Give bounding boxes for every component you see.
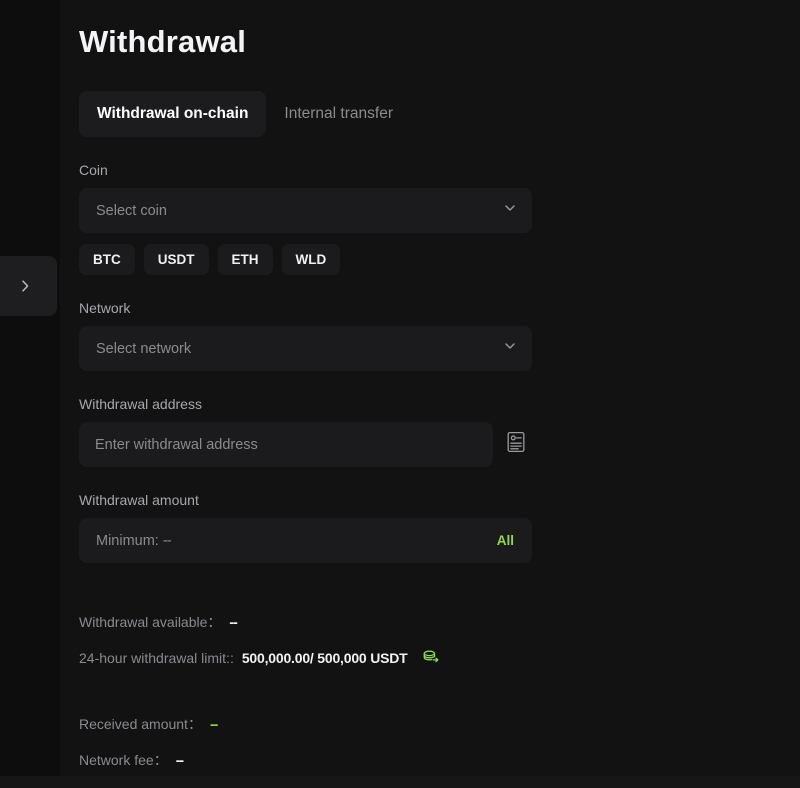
- tab-internal-transfer[interactable]: Internal transfer: [266, 91, 411, 137]
- withdrawal-limit-row: 24-hour withdrawal limit:: 500,000.00/ 5…: [79, 647, 539, 669]
- withdrawal-address-placeholder: Enter withdrawal address: [95, 436, 258, 453]
- coin-chip-eth[interactable]: ETH: [217, 244, 273, 275]
- withdrawal-page: Withdrawal Withdrawal on-chain Internal …: [0, 0, 800, 788]
- bottom-band: [0, 776, 800, 788]
- coin-stack-icon[interactable]: [421, 648, 441, 668]
- network-select-placeholder: Select network: [96, 340, 192, 357]
- chevron-down-icon: [502, 200, 518, 221]
- coin-select-placeholder: Select coin: [96, 202, 167, 219]
- network-fee-value: --: [175, 752, 184, 768]
- coin-chip-usdt[interactable]: USDT: [143, 244, 209, 275]
- coin-chip-btc[interactable]: BTC: [79, 244, 135, 275]
- coin-chip-btc-label: BTC: [93, 252, 121, 267]
- withdrawal-available-value: --: [229, 614, 237, 630]
- coin-field-group: Coin Select coin BTC USDT ETH WLD: [79, 161, 539, 275]
- coin-label: Coin: [79, 162, 108, 178]
- withdrawal-limit-label: 24-hour withdrawal limit::: [79, 650, 234, 666]
- amount-minimum-value: --: [162, 532, 172, 549]
- address-label: Withdrawal address: [79, 396, 202, 412]
- withdrawal-limit-value: 500,000.00/ 500,000 USDT: [241, 650, 408, 666]
- page-title: Withdrawal: [79, 24, 247, 59]
- network-fee-row: Network fee： --: [79, 749, 539, 771]
- network-select[interactable]: Select network: [79, 326, 532, 371]
- sidebar-expand-button[interactable]: [0, 256, 57, 316]
- received-amount-value: --: [209, 716, 218, 732]
- network-fee-label: Network fee：: [79, 752, 168, 768]
- withdrawal-mode-tabs: Withdrawal on-chain Internal transfer: [79, 91, 539, 137]
- coin-chip-wld[interactable]: WLD: [281, 244, 341, 275]
- withdrawal-available-row: Withdrawal available： --: [79, 611, 539, 633]
- address-book-button[interactable]: [502, 431, 530, 459]
- address-book-icon: [505, 430, 527, 459]
- amount-minimum-hint: Minimum: --: [96, 533, 497, 549]
- tab-withdrawal-on-chain-label: Withdrawal on-chain: [97, 105, 249, 122]
- chevron-right-icon: [17, 278, 33, 294]
- coin-quick-chips: BTC USDT ETH WLD: [79, 244, 539, 275]
- received-amount-row: Received amount： --: [79, 713, 539, 735]
- network-label: Network: [79, 300, 131, 316]
- address-field-group: Withdrawal address Enter withdrawal addr…: [79, 395, 539, 467]
- chevron-down-icon: [502, 338, 518, 359]
- amount-field-group: Withdrawal amount Minimum: -- All: [79, 491, 539, 563]
- address-row: Enter withdrawal address: [79, 422, 539, 467]
- withdrawal-form: Withdrawal Withdrawal on-chain Internal …: [79, 0, 539, 771]
- coin-chip-usdt-label: USDT: [157, 252, 195, 267]
- coin-select[interactable]: Select coin: [79, 188, 532, 233]
- coin-chip-wld-label: WLD: [295, 252, 327, 267]
- coin-chip-eth-label: ETH: [231, 252, 259, 267]
- summary-info-group: Received amount： -- Network fee： --: [79, 713, 539, 771]
- tab-internal-transfer-label: Internal transfer: [284, 105, 393, 122]
- balance-info-group: Withdrawal available： -- 24-hour withdra…: [79, 611, 539, 669]
- amount-all-button[interactable]: All: [497, 533, 514, 548]
- withdrawal-amount-input[interactable]: Minimum: -- All: [79, 518, 532, 563]
- network-field-group: Network Select network: [79, 299, 539, 371]
- amount-label: Withdrawal amount: [79, 492, 199, 508]
- amount-minimum-label: Minimum:: [96, 532, 159, 549]
- withdrawal-available-label: Withdrawal available：: [79, 614, 222, 630]
- tab-withdrawal-on-chain[interactable]: Withdrawal on-chain: [79, 91, 267, 137]
- received-amount-label: Received amount：: [79, 716, 202, 732]
- withdrawal-address-input[interactable]: Enter withdrawal address: [79, 422, 493, 467]
